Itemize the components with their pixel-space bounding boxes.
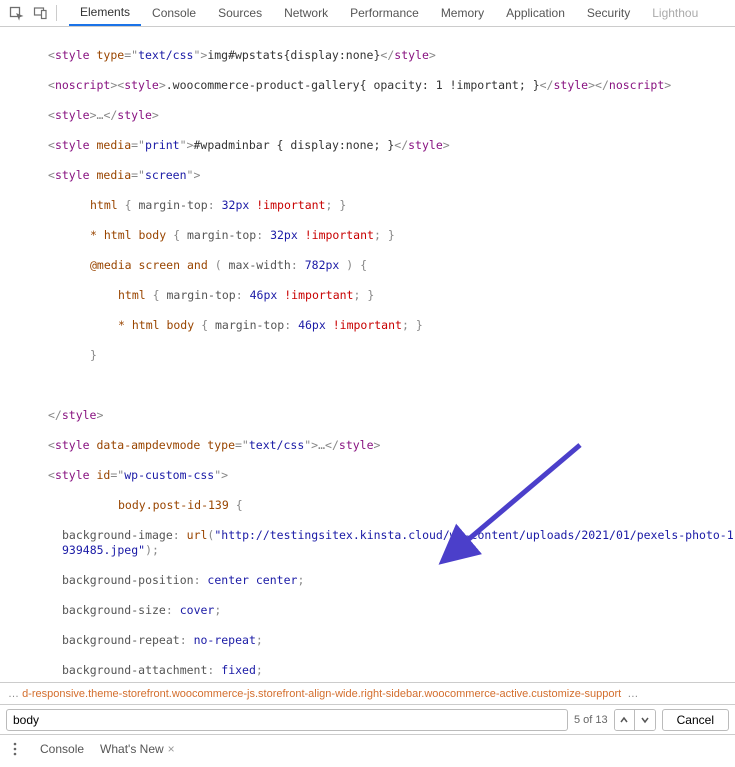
close-icon[interactable]: × (168, 742, 175, 756)
tab-security[interactable]: Security (576, 0, 641, 26)
drawer-bar: Console What's New× (0, 734, 735, 762)
drawer-tab-whatsnew[interactable]: What's New× (92, 735, 183, 762)
drawer-menu-icon[interactable] (6, 740, 24, 758)
devtools-toolbar: Elements Console Sources Network Perform… (0, 0, 735, 27)
drawer-tab-console[interactable]: Console (32, 735, 92, 762)
tab-elements[interactable]: Elements (69, 0, 141, 26)
search-prev-button[interactable] (615, 710, 635, 730)
device-toggle-icon[interactable] (28, 1, 52, 25)
search-input[interactable] (6, 709, 568, 731)
search-next-button[interactable] (635, 710, 655, 730)
devtools-tabs: Elements Console Sources Network Perform… (69, 0, 709, 26)
search-result-count: 5 of 13 (574, 714, 608, 726)
search-step-buttons (614, 709, 656, 731)
inspect-icon[interactable] (4, 1, 28, 25)
tab-application[interactable]: Application (495, 0, 576, 26)
elements-dom-tree[interactable]: <style type="text/css">img#wpstats{displ… (0, 27, 735, 682)
search-bar: 5 of 13 Cancel (0, 704, 735, 734)
tab-sources[interactable]: Sources (207, 0, 273, 26)
tab-lighthouse[interactable]: Lighthou (641, 0, 709, 26)
tab-memory[interactable]: Memory (430, 0, 495, 26)
tab-performance[interactable]: Performance (339, 0, 430, 26)
breadcrumb-bar[interactable]: … d-responsive.theme-storefront.woocomme… (0, 682, 735, 704)
search-cancel-button[interactable]: Cancel (662, 709, 729, 731)
tab-network[interactable]: Network (273, 0, 339, 26)
tab-console[interactable]: Console (141, 0, 207, 26)
